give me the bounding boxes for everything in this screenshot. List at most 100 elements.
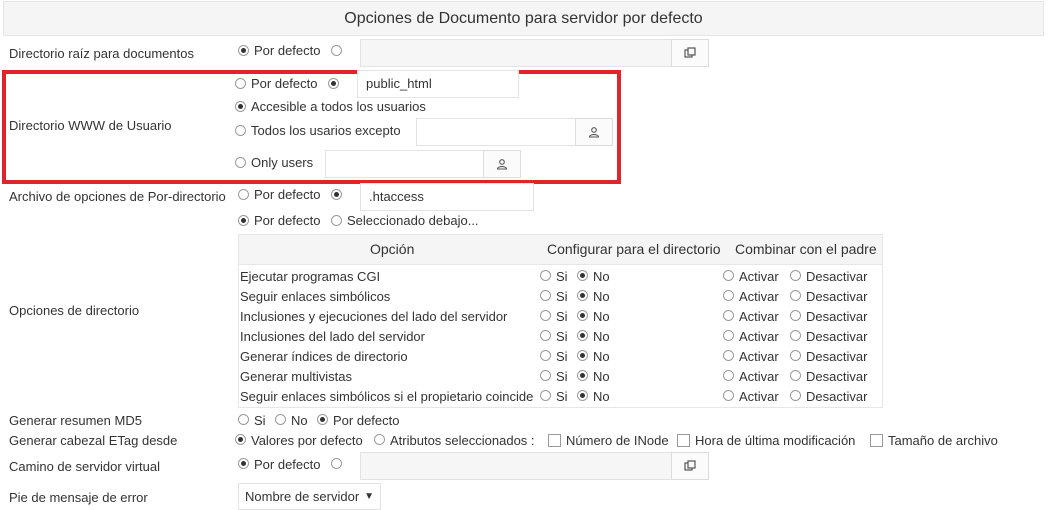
option-activate-radio[interactable] (723, 370, 734, 381)
option-no-radio[interactable] (577, 390, 588, 401)
option-row-name: Generar índices de directorio (240, 349, 408, 364)
docroot-label: Directorio raíz para documentos (9, 46, 194, 61)
option-yes-radio[interactable] (540, 330, 551, 341)
option-deactivate-radio[interactable] (790, 390, 801, 401)
md5-yes-radio[interactable] (238, 414, 249, 425)
option-activate-label: Activar (739, 269, 779, 284)
option-deactivate-label: Desactivar (806, 289, 868, 304)
userdir-custom-radio[interactable] (328, 78, 339, 89)
md5-default-label: Por defecto (333, 413, 400, 428)
option-no-label: No (593, 309, 610, 324)
etag-default-label: Valores por defecto (251, 433, 363, 448)
dir-options-default-radio[interactable] (238, 215, 249, 226)
userdir-all-except-radio[interactable] (235, 125, 246, 136)
etag-default-radio[interactable] (235, 434, 246, 445)
dir-options-selected-radio[interactable] (331, 215, 342, 226)
option-yes-radio[interactable] (540, 310, 551, 321)
etag-label: Generar cabezal ETag desde (9, 433, 178, 448)
option-activate-radio[interactable] (723, 290, 734, 301)
docroot-browse-button[interactable] (671, 39, 709, 67)
option-deactivate-radio[interactable] (790, 310, 801, 321)
option-no-radio[interactable] (577, 270, 588, 281)
userdir-only-input[interactable] (325, 150, 484, 178)
option-activate-radio[interactable] (723, 390, 734, 401)
vpath-custom-radio[interactable] (331, 458, 342, 469)
option-yes-radio[interactable] (540, 270, 551, 281)
etag-selected-radio[interactable] (374, 434, 385, 445)
option-yes-radio[interactable] (540, 370, 551, 381)
option-no-radio[interactable] (577, 330, 588, 341)
option-yes-radio[interactable] (540, 390, 551, 401)
access-file-default-radio[interactable] (238, 189, 249, 200)
option-yes-radio[interactable] (540, 350, 551, 361)
dir-options-default-label: Por defecto (254, 213, 321, 228)
user-icon (588, 127, 600, 138)
etag-selected-label: Atributos seleccionados : (390, 433, 535, 448)
option-activate-label: Activar (739, 349, 779, 364)
userdir-label: Directorio WWW de Usuario (9, 118, 172, 133)
docroot-default-radio[interactable] (238, 45, 249, 56)
md5-default-radio[interactable] (317, 414, 328, 425)
userdir-default-radio[interactable] (235, 78, 246, 89)
option-no-radio[interactable] (577, 310, 588, 321)
option-activate-radio[interactable] (723, 330, 734, 341)
etag-mtime-checkbox[interactable] (677, 434, 690, 447)
error-footer-select[interactable]: Nombre de servidor ▼ (238, 483, 381, 510)
userdir-only-users-radio[interactable] (235, 157, 246, 168)
userdir-all-users-radio[interactable] (235, 101, 246, 112)
option-row-name: Seguir enlaces simbólicos si el propieta… (240, 389, 534, 404)
userdir-default-label: Por defecto (251, 76, 318, 91)
md5-label: Generar resumen MD5 (9, 413, 142, 428)
option-activate-radio[interactable] (723, 350, 734, 361)
etag-size-checkbox[interactable] (870, 434, 883, 447)
copy-icon (684, 460, 696, 471)
option-row-name: Inclusiones y ejecuciones del lado del s… (240, 309, 508, 324)
vpath-default-radio[interactable] (238, 458, 249, 469)
userdir-only-users-label: Only users (251, 155, 314, 170)
option-row-name: Seguir enlaces simbólicos (240, 289, 391, 304)
userdir-except-user-button[interactable] (575, 118, 613, 146)
option-deactivate-label: Desactivar (806, 309, 868, 324)
vpath-browse-button[interactable] (671, 452, 709, 480)
option-deactivate-radio[interactable] (790, 370, 801, 381)
etag-mtime-label: Hora de última modificación (695, 433, 856, 448)
docroot-input[interactable] (360, 39, 672, 67)
etag-size-label: Tamaño de archivo (888, 433, 998, 448)
option-row-name: Generar multivistas (240, 369, 352, 384)
option-no-radio[interactable] (577, 350, 588, 361)
userdir-except-input[interactable] (416, 118, 576, 146)
option-deactivate-radio[interactable] (790, 350, 801, 361)
access-file-custom-radio[interactable] (331, 189, 342, 200)
access-file-default-label: Por defecto (254, 187, 321, 202)
option-row-name: Ejecutar programas CGI (240, 269, 381, 284)
option-yes-label: Si (556, 309, 568, 324)
option-yes-radio[interactable] (540, 290, 551, 301)
option-deactivate-radio[interactable] (790, 290, 801, 301)
md5-no-radio[interactable] (275, 414, 286, 425)
userdir-input[interactable]: public_html (357, 70, 519, 98)
access-file-input[interactable]: .htaccess (360, 183, 534, 211)
userdir-only-user-button[interactable] (483, 150, 521, 178)
option-activate-radio[interactable] (723, 270, 734, 281)
docroot-custom-radio[interactable] (331, 45, 342, 56)
option-row-name: Inclusiones del lado del servidor (240, 329, 425, 344)
etag-inode-checkbox[interactable] (548, 434, 561, 447)
vpath-input[interactable] (360, 452, 672, 480)
md5-yes-label: Si (254, 413, 266, 428)
option-yes-label: Si (556, 389, 568, 404)
option-no-label: No (593, 269, 610, 284)
option-deactivate-radio[interactable] (790, 330, 801, 341)
userdir-all-users-label: Accesible a todos los usuarios (251, 99, 426, 114)
option-no-radio[interactable] (577, 370, 588, 381)
option-no-radio[interactable] (577, 290, 588, 301)
option-deactivate-label: Desactivar (806, 389, 868, 404)
option-activate-label: Activar (739, 369, 779, 384)
option-deactivate-label: Desactivar (806, 369, 868, 384)
option-activate-radio[interactable] (723, 310, 734, 321)
option-activate-label: Activar (739, 389, 779, 404)
userdir-all-except-label: Todos los usarios excepto (251, 123, 401, 138)
option-yes-label: Si (556, 289, 568, 304)
option-no-label: No (593, 369, 610, 384)
option-deactivate-radio[interactable] (790, 270, 801, 281)
option-deactivate-label: Desactivar (806, 349, 868, 364)
